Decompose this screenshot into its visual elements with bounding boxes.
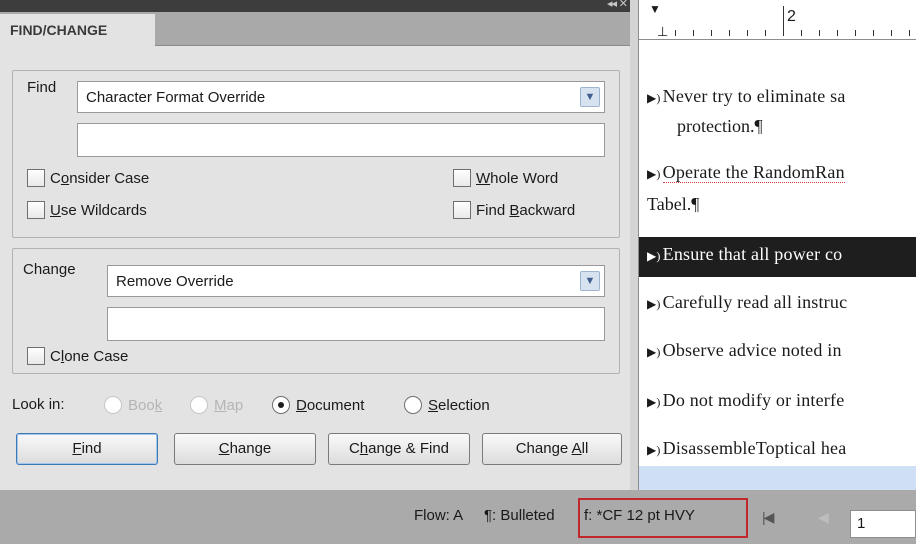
consider-case-label: Consider Case: [50, 169, 150, 187]
find-change-panel: ◂◂ ✕ FIND/CHANGE Find Character Format O…: [0, 0, 630, 490]
book-label: Book: [128, 396, 163, 414]
flow-status: Flow: A: [414, 507, 464, 524]
find-group: Find Character Format Override ▼ Conside…: [12, 70, 620, 238]
use-wildcards-checkbox[interactable]: Use Wildcards: [27, 201, 147, 219]
tab-find-change[interactable]: FIND/CHANGE: [0, 14, 155, 46]
collapse-panel-icon[interactable]: ◂◂: [607, 0, 617, 10]
checkbox-box[interactable]: [27, 347, 45, 365]
chevron-down-icon[interactable]: ▼: [580, 271, 600, 291]
look-in-document-radio[interactable]: Document: [272, 396, 364, 414]
find-button[interactable]: Find: [16, 433, 158, 465]
page-number: 1: [857, 515, 866, 532]
document-label: Document: [296, 396, 365, 414]
look-in-label: Look in:: [12, 396, 65, 413]
clone-case-checkbox[interactable]: Clone Case: [27, 347, 128, 365]
radio-circle[interactable]: [404, 396, 422, 414]
change-dropdown-value: Remove Override: [116, 273, 234, 290]
whole-word-label: Whole Word: [476, 169, 559, 187]
paragraph-continuation[interactable]: Tabel.¶: [647, 194, 699, 215]
ruler-number: 2: [787, 8, 796, 25]
look-in-map-radio: Map: [190, 396, 243, 414]
look-in-book-radio: Book: [104, 396, 162, 414]
paragraph[interactable]: ▶) Never try to eliminate sa: [647, 86, 846, 107]
checkbox-box[interactable]: [27, 201, 45, 219]
change-group: Change Remove Override ▼ Clone Case: [12, 248, 620, 374]
selected-paragraph[interactable]: ▶) Ensure that all power co: [639, 237, 916, 277]
panel-title-bar: ◂◂ ✕: [0, 0, 630, 12]
paragraph-continuation[interactable]: protection.¶: [677, 116, 763, 137]
status-bar: Flow: A ¶: Bulleted f: *CF 12 pt HVY: [0, 490, 916, 544]
use-wildcards-label: Use Wildcards: [50, 201, 147, 219]
find-label: Find: [27, 79, 57, 96]
consider-case-checkbox[interactable]: Consider Case: [27, 169, 149, 187]
ruler: ▼ ⊥ 2: [639, 0, 916, 40]
find-backward-label: Find Backward: [476, 201, 576, 219]
paragraph[interactable]: ▶) Observe advice noted in: [647, 340, 842, 361]
find-dropdown-value: Character Format Override: [86, 89, 266, 106]
radio-circle: [190, 396, 208, 414]
page-number-field[interactable]: 1: [850, 510, 916, 538]
document-footer-band: [639, 466, 916, 490]
tab-stop-icon[interactable]: ⊥: [657, 24, 668, 40]
find-dropdown[interactable]: Character Format Override ▼: [77, 81, 605, 113]
character-format-highlight: [578, 498, 748, 538]
look-in-selection-radio[interactable]: Selection: [404, 396, 490, 414]
checkbox-box[interactable]: [27, 169, 45, 187]
close-panel-icon[interactable]: ✕: [619, 0, 628, 10]
previous-page-icon[interactable]: ◀: [818, 509, 829, 526]
change-button[interactable]: Change: [174, 433, 316, 465]
change-and-find-button[interactable]: Change & Find: [328, 433, 470, 465]
paragraph-style-status: ¶: Bulleted: [484, 507, 555, 524]
paragraph[interactable]: ▶) DisassembleToptical hea: [647, 438, 846, 459]
change-label: Change: [23, 261, 76, 278]
radio-circle-selected[interactable]: [272, 396, 290, 414]
paragraph[interactable]: ▶) Do not modify or interfe: [647, 390, 844, 411]
checkbox-box[interactable]: [453, 201, 471, 219]
change-dropdown[interactable]: Remove Override ▼: [107, 265, 605, 297]
paragraph[interactable]: ▶) Carefully read all instruc: [647, 292, 847, 313]
indent-marker-icon[interactable]: ▼: [649, 2, 661, 17]
change-all-button[interactable]: Change All: [482, 433, 622, 465]
find-backward-checkbox[interactable]: Find Backward: [453, 201, 575, 219]
chevron-down-icon[interactable]: ▼: [580, 87, 600, 107]
first-page-icon[interactable]: |◀: [762, 509, 774, 526]
find-text-field[interactable]: [77, 123, 605, 157]
document-view[interactable]: ▼ ⊥ 2 ▶) Never try to eliminate sa protec…: [638, 0, 916, 490]
map-label: Map: [214, 396, 244, 414]
clone-case-label: Clone Case: [50, 347, 129, 365]
radio-circle: [104, 396, 122, 414]
paragraph[interactable]: ▶) Ensure that all power co: [647, 244, 842, 265]
checkbox-box[interactable]: [453, 169, 471, 187]
paragraph[interactable]: ▶) Operate the RandomRan: [647, 162, 845, 183]
whole-word-checkbox[interactable]: Whole Word: [453, 169, 558, 187]
change-text-field[interactable]: [107, 307, 605, 341]
selection-label: Selection: [428, 396, 490, 414]
